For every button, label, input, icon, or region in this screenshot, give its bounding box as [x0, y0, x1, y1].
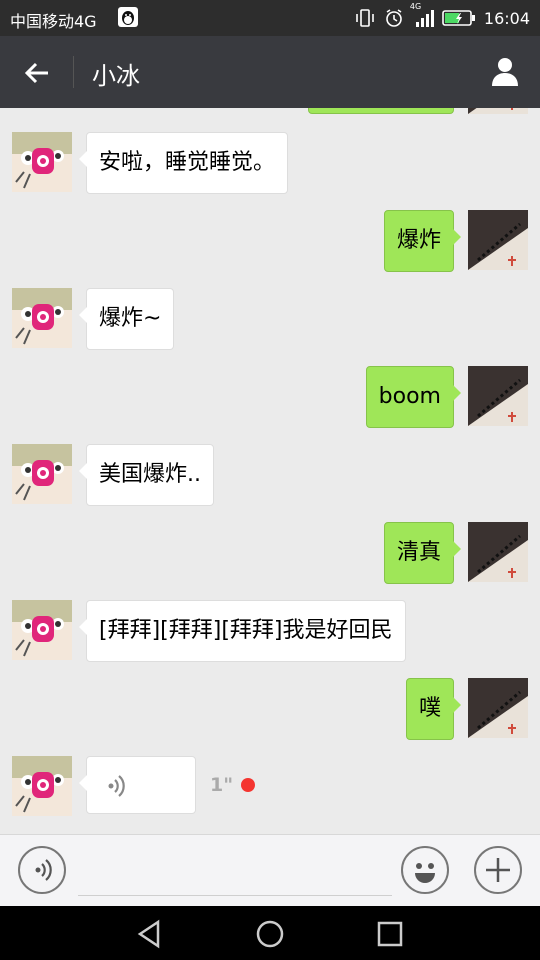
- voice-duration-label: 1": [210, 774, 234, 796]
- title-divider: [73, 56, 74, 88]
- chat-title: 小冰: [92, 62, 140, 90]
- sent-message-bubble[interactable]: 爆炸: [383, 210, 462, 272]
- message-text: [拜拜][拜拜][拜拜]我是好回民: [99, 618, 393, 643]
- received-message-bubble[interactable]: 美国爆炸..: [79, 444, 214, 506]
- message-text: 爆炸~: [99, 306, 162, 331]
- sent-message-bubble[interactable]: 噗: [405, 678, 462, 740]
- received-message-bubble[interactable]: 爆炸~: [78, 288, 175, 350]
- message-text: boom: [378, 384, 441, 409]
- message-list[interactable]: 安啦，睡觉睡觉。 爆炸 爆炸~ boom 美国爆炸.. 清真 [拜拜][拜拜][…: [0, 108, 540, 834]
- user-icon[interactable]: [488, 54, 522, 88]
- voice-icon[interactable]: [18, 846, 66, 894]
- contact-avatar[interactable]: [12, 756, 72, 816]
- message-text: 噗: [418, 696, 441, 721]
- message-text: 美国爆炸..: [99, 462, 201, 487]
- voice-message-bubble[interactable]: [79, 756, 196, 814]
- nav-home-icon[interactable]: [254, 918, 286, 950]
- voice-wave-icon: [103, 771, 133, 801]
- received-message-bubble[interactable]: [拜拜][拜拜][拜拜]我是好回民: [79, 600, 406, 662]
- title-bar: 小冰: [0, 36, 540, 108]
- sent-message-bubble[interactable]: 清真: [383, 522, 462, 584]
- signal-icon: 4G: [410, 2, 434, 28]
- contact-avatar[interactable]: [12, 444, 72, 504]
- contact-avatar[interactable]: [12, 288, 72, 348]
- network-type-label: 4G: [409, 2, 422, 11]
- sent-message-bubble[interactable]: boom: [365, 366, 462, 428]
- contact-avatar[interactable]: [12, 600, 72, 660]
- battery-icon: [442, 9, 476, 27]
- message-text: 安啦，睡觉睡觉。: [99, 150, 276, 175]
- nav-back-icon[interactable]: [134, 918, 166, 950]
- my-avatar[interactable]: [468, 678, 528, 738]
- received-message-bubble[interactable]: 安啦，睡觉睡觉。: [78, 132, 289, 194]
- emoji-icon[interactable]: [401, 846, 449, 894]
- arrow-left-icon[interactable]: [20, 56, 54, 90]
- my-avatar[interactable]: [468, 210, 528, 270]
- input-bar: [0, 834, 540, 907]
- carrier-label: 中国移动4G: [10, 12, 97, 31]
- message-input[interactable]: [78, 847, 392, 896]
- my-avatar[interactable]: [468, 108, 528, 114]
- qq-notification-icon: [118, 7, 138, 27]
- clock-label: 16:04: [483, 8, 530, 28]
- my-avatar[interactable]: [468, 522, 528, 582]
- plus-icon[interactable]: [474, 846, 522, 894]
- nav-recents-icon[interactable]: [374, 918, 406, 950]
- unread-indicator: [241, 778, 255, 792]
- status-bar: 中国移动4G 4G 16:04: [0, 0, 540, 36]
- system-nav-bar: [0, 906, 540, 960]
- alarm-icon: [384, 8, 404, 28]
- contact-avatar[interactable]: [12, 132, 72, 192]
- message-text: 爆炸: [396, 228, 441, 253]
- my-avatar[interactable]: [468, 366, 528, 426]
- vibrate-icon: [354, 8, 376, 28]
- sent-message-bubble[interactable]: [308, 108, 454, 114]
- message-text: 清真: [396, 540, 441, 565]
